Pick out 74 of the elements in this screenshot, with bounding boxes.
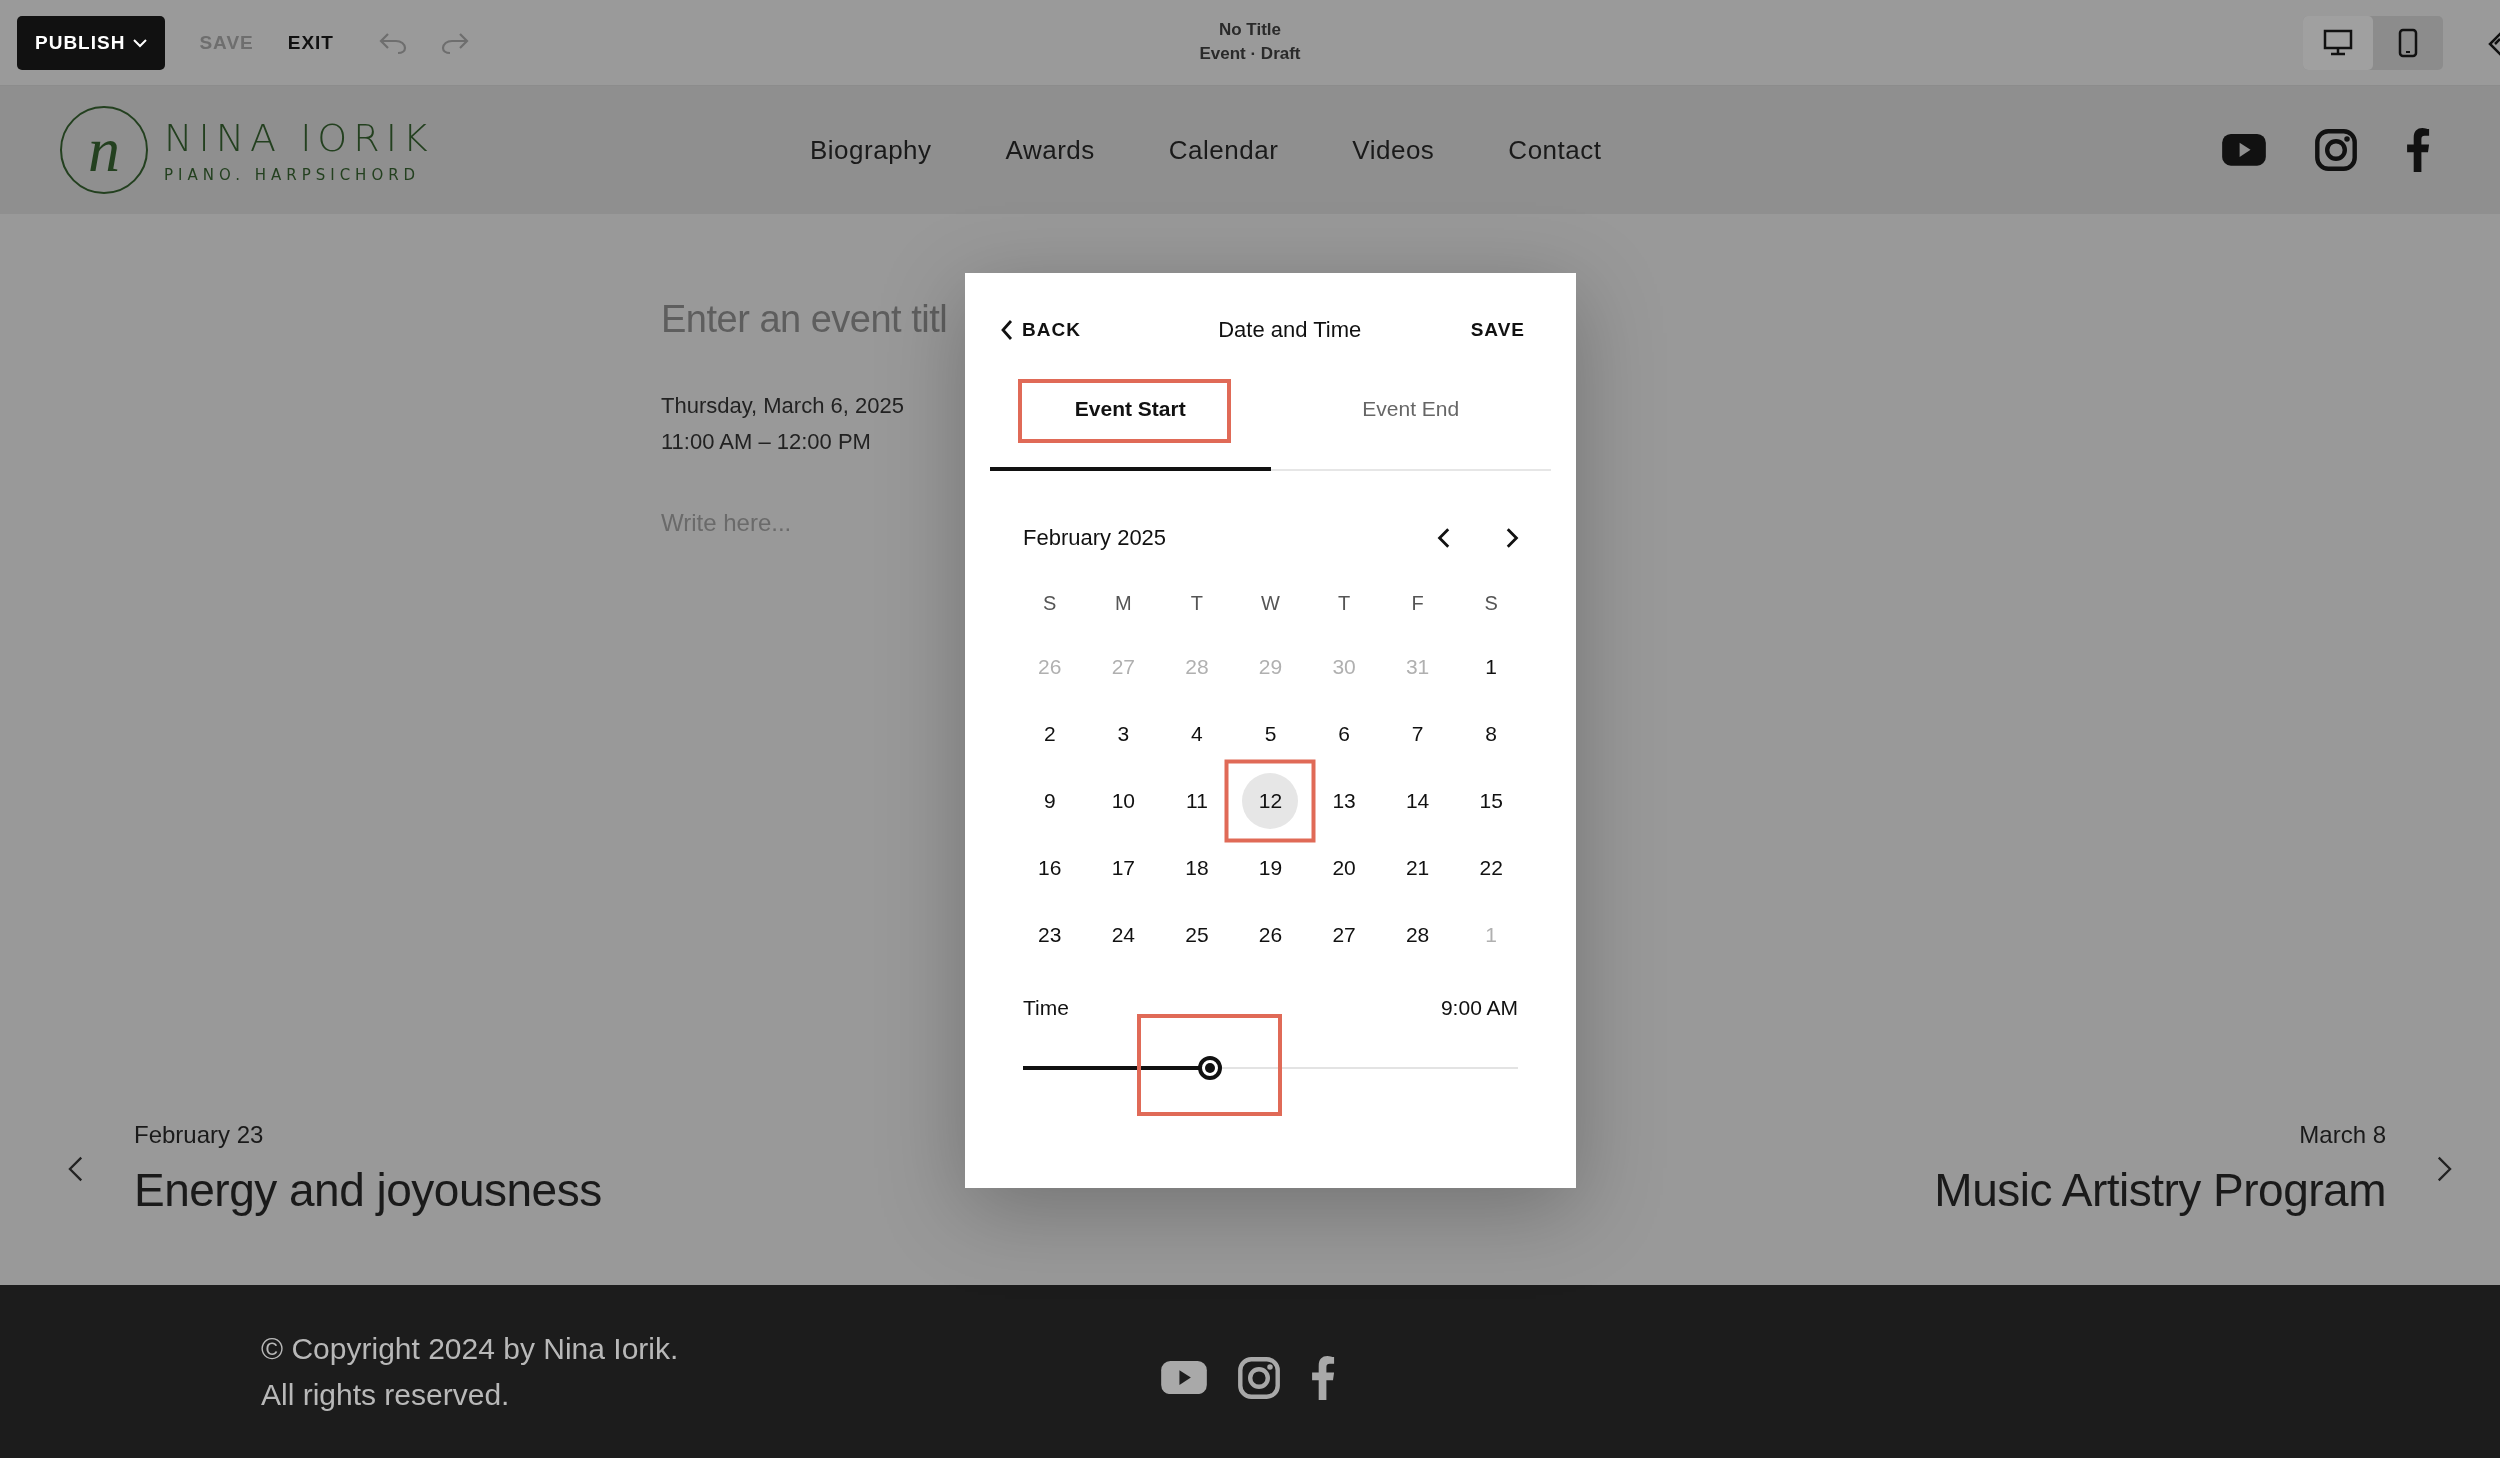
instagram-icon[interactable]: [1237, 1355, 1281, 1400]
publish-button[interactable]: PUBLISH: [17, 15, 166, 70]
facebook-icon[interactable]: [2405, 128, 2430, 172]
time-label: Time: [1023, 996, 1069, 1020]
calendar-day[interactable]: 24: [1095, 906, 1152, 963]
calendar-day[interactable]: 3: [1095, 705, 1152, 762]
weekday-label: W: [1260, 591, 1281, 616]
mobile-phone-icon: [2398, 27, 2418, 58]
calendar-day[interactable]: 9: [1021, 772, 1078, 829]
nav-link[interactable]: Awards: [1005, 134, 1095, 166]
exit-button[interactable]: EXIT: [287, 31, 334, 54]
weekday-label: M: [1114, 591, 1133, 616]
weekday-label: S: [1042, 591, 1058, 616]
calendar-day[interactable]: 1: [1463, 638, 1520, 695]
calendar-day[interactable]: 15: [1463, 772, 1520, 829]
weekday-label: T: [1189, 591, 1205, 616]
next-event-link[interactable]: Music Artistry Program: [1934, 1163, 2386, 1217]
event-time: 11:00 AM – 12:00 PM: [661, 429, 871, 455]
calendar-day[interactable]: 14: [1389, 772, 1446, 829]
next-event-date: March 8: [2299, 1121, 2386, 1149]
calendar-day[interactable]: 16: [1021, 839, 1078, 896]
time-value: 9:00 AM: [1440, 996, 1518, 1020]
logo-tagline: PIANO. HARPSICHORD: [164, 166, 422, 184]
calendar-day[interactable]: 2: [1021, 705, 1078, 762]
calendar-day[interactable]: 19: [1242, 839, 1299, 896]
nav-link[interactable]: Contact: [1508, 134, 1602, 166]
calendar-day[interactable]: 18: [1168, 839, 1225, 896]
tab[interactable]: Event End: [1270, 379, 1551, 471]
weekday-label: F: [1410, 591, 1425, 616]
nav-link[interactable]: Calendar: [1168, 134, 1279, 166]
calendar-day[interactable]: 5: [1242, 705, 1299, 762]
tab[interactable]: Event Start: [990, 379, 1271, 471]
calendar-day[interactable]: 12: [1242, 772, 1299, 829]
back-button[interactable]: BACK: [998, 318, 1081, 342]
facebook-icon[interactable]: [1311, 1355, 1336, 1400]
event-date: Thursday, March 6, 2025: [661, 393, 904, 419]
caret-icon: [133, 37, 148, 48]
calendar-day[interactable]: 27: [1316, 906, 1373, 963]
youtube-icon[interactable]: [2221, 134, 2266, 166]
calendar-day[interactable]: 10: [1095, 772, 1152, 829]
calendar-day[interactable]: 11: [1168, 772, 1225, 829]
dialog-title: Date and Time: [1218, 317, 1362, 343]
calendar-day[interactable]: 4: [1168, 705, 1225, 762]
youtube-icon[interactable]: [1161, 1360, 1207, 1395]
month-label: February 2025: [1023, 525, 1167, 551]
device-button[interactable]: [2303, 15, 2373, 70]
calendar-day[interactable]: 28: [1389, 906, 1446, 963]
rights-text: All rights reserved.: [261, 1377, 511, 1412]
calendar-day[interactable]: 22: [1463, 839, 1520, 896]
weekday-label: T: [1336, 591, 1352, 616]
page-title: No Title: [1219, 20, 1281, 40]
calendar-day[interactable]: 23: [1021, 906, 1078, 963]
calendar-day[interactable]: 21: [1389, 839, 1446, 896]
calendar-day[interactable]: 8: [1463, 705, 1520, 762]
calendar-day[interactable]: 25: [1168, 906, 1225, 963]
calendar-day[interactable]: 20: [1316, 839, 1373, 896]
calendar-day[interactable]: 13: [1316, 772, 1373, 829]
logo-name: NINA IORIK: [164, 116, 434, 160]
copyright-text: © Copyright 2024 by Nina Iorik.: [261, 1331, 680, 1366]
dialog-save-button[interactable]: SAVE: [1470, 319, 1525, 341]
calendar-day[interactable]: 17: [1095, 839, 1152, 896]
slider-thumb[interactable]: [1197, 1056, 1222, 1080]
nav-link[interactable]: Biography: [810, 134, 932, 166]
previous-event-date: February 23: [134, 1121, 265, 1149]
logo-monogram[interactable]: n: [60, 106, 148, 194]
desktop-icon: [2323, 28, 2353, 57]
calendar-day[interactable]: 6: [1316, 705, 1373, 762]
page-status: Event · Draft: [1199, 44, 1301, 64]
instagram-icon[interactable]: [2313, 128, 2358, 172]
previous-event-link[interactable]: Energy and joyousness: [134, 1163, 602, 1217]
calendar-day[interactable]: 26: [1242, 906, 1299, 963]
calendar-day[interactable]: 7: [1389, 705, 1446, 762]
weekday-label: S: [1483, 591, 1499, 616]
nav-link[interactable]: Videos: [1352, 134, 1435, 166]
